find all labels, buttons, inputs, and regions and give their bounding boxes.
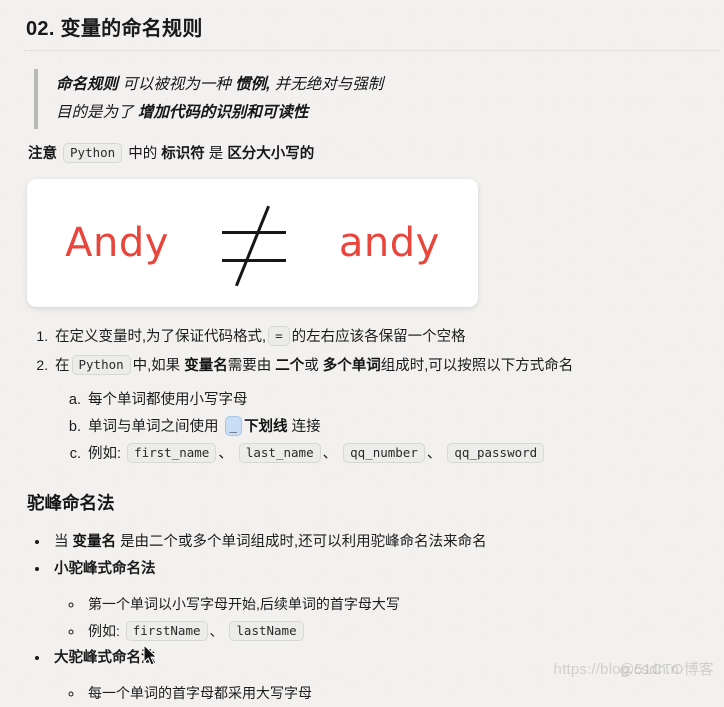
code-badge-python-2: Python bbox=[71, 355, 131, 375]
not-equal-sign-icon bbox=[215, 193, 293, 293]
document-page: 02. 变量的命名规则 命名规则 可以被视为一种 惯例, 并无绝对与强制 目的是… bbox=[0, 0, 724, 707]
rule-item-2: 在Python中,如果 变量名需要由 二个或 多个单词组成时,可以按照以下方式命… bbox=[52, 352, 724, 468]
rule-sub-c-label: 例如: bbox=[88, 446, 122, 462]
watermark-site: @51CTO博客 bbox=[619, 661, 714, 678]
lower-camel-sublist: 第一个单词以小写字母开始,后续单词的首字母大写 例如: firstName、 l… bbox=[54, 591, 724, 645]
camel-b1-strong: 变量名 bbox=[72, 534, 117, 550]
rule-2-strong-2: 二个 bbox=[275, 358, 305, 374]
rule-sub-b-before: 单词与单词之间使用 bbox=[88, 419, 219, 435]
rule-2-p1: 在 bbox=[55, 358, 70, 374]
example-image-card: Andy andy bbox=[27, 179, 478, 307]
blockquote-line-2: 目的是为了 增加代码的识别和可读性 bbox=[56, 99, 724, 127]
blockquote-line-1: 命名规则 可以被视为一种 惯例, 并无绝对与强制 bbox=[56, 71, 724, 99]
lower-camel-example-label: 例如: bbox=[88, 623, 120, 639]
rule-sub-c: 例如: first_name、 last_name、 qq_number、 qq… bbox=[85, 441, 724, 468]
not-equal-bar-top bbox=[221, 231, 286, 234]
camel-b1-p1: 当 bbox=[54, 534, 69, 550]
rules-sublist: 每个单词都使用小写字母 单词与单词之间使用 _下划线 连接 例如: first_… bbox=[55, 387, 724, 468]
note-emphasis: 区分大小写的 bbox=[227, 146, 315, 162]
camel-b2-label: 小驼峰式命名法 bbox=[54, 561, 156, 577]
code-badge-underscore: _ bbox=[224, 416, 243, 436]
rule-2-p3: 需要由 bbox=[227, 358, 272, 374]
code-badge-first-name: first_name bbox=[127, 443, 217, 463]
sep-3: 、 bbox=[426, 446, 442, 462]
sep-2: 、 bbox=[322, 446, 338, 462]
note-is: 是 bbox=[208, 146, 224, 162]
rule-sub-a: 每个单词都使用小写字母 bbox=[85, 387, 724, 414]
not-equal-bar-bottom bbox=[221, 259, 286, 262]
watermark: https://blog.csdn.n@51CTO博客 bbox=[554, 658, 714, 679]
rule-item-1: 在定义变量时,为了保证代码格式,=的左右应该各保留一个空格 bbox=[52, 323, 724, 350]
title-divider bbox=[24, 49, 720, 51]
rules-list: 在定义变量时,为了保证代码格式,=的左右应该各保留一个空格 在Python中,如… bbox=[0, 323, 724, 468]
blockquote-term: 命名规则 bbox=[56, 76, 119, 93]
blockquote: 命名规则 可以被视为一种 惯例, 并无绝对与强制 目的是为了 增加代码的识别和可… bbox=[34, 69, 724, 129]
lower-camel-rule: 第一个单词以小写字母开始,后续单词的首字母大写 bbox=[84, 591, 724, 618]
camel-bullet-1: 当 变量名 是由二个或多个单词组成时,还可以利用驼峰命名法来命名 bbox=[50, 529, 724, 556]
rule-1-after: 的左右应该各保留一个空格 bbox=[291, 329, 466, 345]
note-term: 标识符 bbox=[161, 146, 205, 162]
note-mid: 中的 bbox=[128, 146, 158, 162]
sep-1: 、 bbox=[218, 446, 233, 462]
rule-2-p4: 或 bbox=[304, 358, 319, 374]
rule-2-p5: 组成时,可以按照以下方式命名 bbox=[380, 358, 574, 374]
rule-2-strong-1: 变量名 bbox=[184, 358, 228, 374]
rule-1-before: 在定义变量时,为了保证代码格式, bbox=[55, 329, 267, 345]
section-title-camel-case: 驼峰命名法 bbox=[27, 493, 115, 513]
card-word-left: Andy bbox=[65, 220, 169, 266]
upper-camel-sublist: 每一个单词的首字母都采用大写字母 bbox=[54, 680, 724, 707]
sep-4: 、 bbox=[209, 623, 224, 639]
rule-2-strong-3: 多个单词 bbox=[322, 358, 381, 374]
rule-sub-b-bold: 下划线 bbox=[244, 419, 288, 435]
upper-camel-rule: 每一个单词的首字母都采用大写字母 bbox=[84, 680, 724, 707]
card-word-right: andy bbox=[338, 220, 440, 266]
camel-bullet-2: 小驼峰式命名法 第一个单词以小写字母开始,后续单词的首字母大写 例如: firs… bbox=[50, 556, 724, 645]
blockquote-emphasis: 惯例, bbox=[235, 76, 271, 93]
not-equal-slash bbox=[234, 205, 270, 287]
camel-b1-p2: 是由二个或多个单词组成时,还可以利用驼峰命名法来命名 bbox=[120, 534, 487, 550]
note-line: 注意 Python 中的 标识符 是 区分大小写的 bbox=[28, 143, 724, 165]
blockquote-text-1: 可以被视为一种 bbox=[118, 76, 236, 93]
code-badge-qq-password: qq_password bbox=[447, 443, 545, 463]
code-badge-qq-number: qq_number bbox=[343, 443, 425, 463]
page-title: 02. 变量的命名规则 bbox=[26, 18, 203, 40]
code-badge-python: Python bbox=[63, 143, 123, 163]
code-badge-lastname: lastName bbox=[229, 621, 304, 641]
note-prefix: 注意 bbox=[28, 146, 57, 162]
blockquote-emphasis-2: 增加代码的识别和可读性 bbox=[137, 104, 309, 121]
rule-sub-b-after: 连接 bbox=[291, 419, 321, 435]
blockquote-text-2: 并无绝对与强制 bbox=[270, 76, 384, 93]
rule-sub-b: 单词与单词之间使用 _下划线 连接 bbox=[85, 414, 724, 441]
camel-b3-label: 大驼峰式命名法 bbox=[54, 650, 156, 666]
rule-2-p2: 中,如果 bbox=[132, 358, 181, 374]
code-badge-equals: = bbox=[268, 326, 290, 346]
blockquote-text-3: 目的是为了 bbox=[56, 104, 138, 121]
code-badge-last-name: last_name bbox=[238, 443, 321, 463]
code-badge-firstname: firstName bbox=[125, 621, 208, 641]
lower-camel-example: 例如: firstName、 lastName bbox=[84, 618, 724, 645]
camel-case-list: 当 变量名 是由二个或多个单词组成时,还可以利用驼峰命名法来命名 小驼峰式命名法… bbox=[0, 529, 724, 707]
